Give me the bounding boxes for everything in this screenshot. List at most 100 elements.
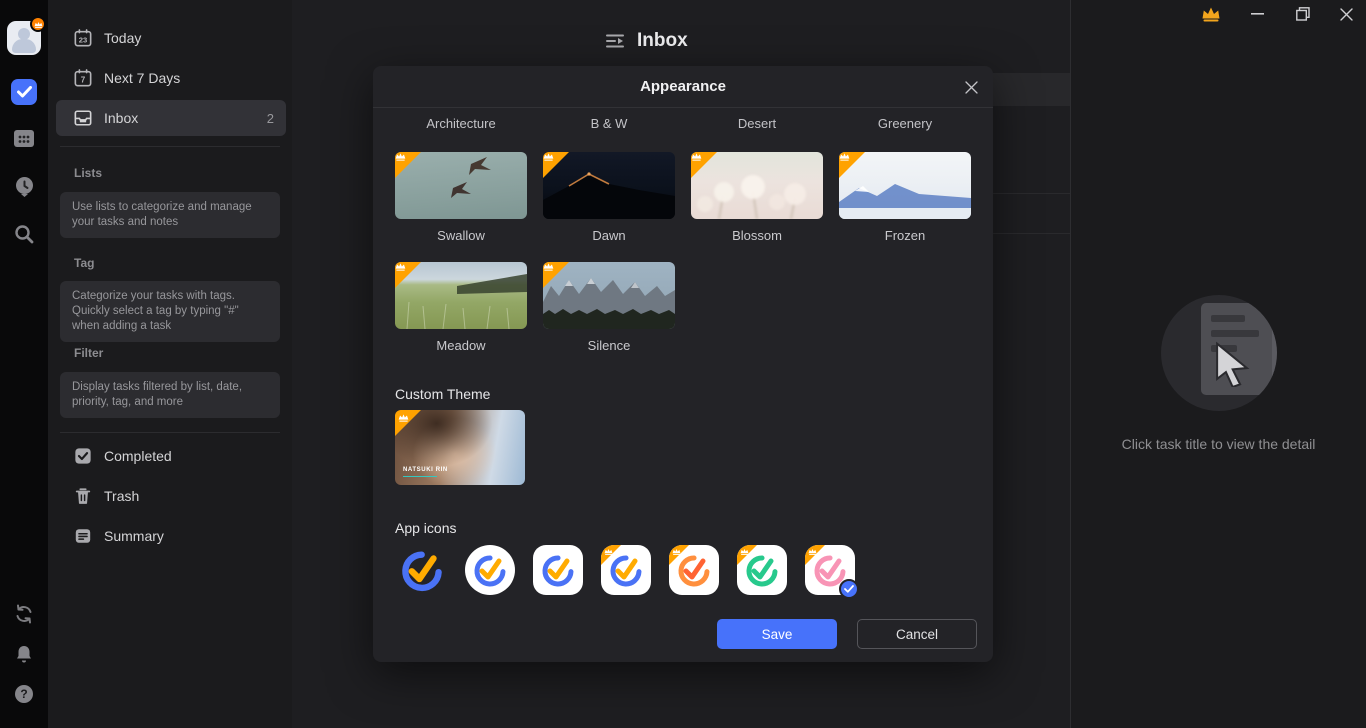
tag-hint-card: Categorize your tasks with tags. Quickly… xyxy=(60,281,280,342)
calendar-week-icon: 7 xyxy=(74,69,92,87)
theme-thumb-frozen[interactable] xyxy=(839,152,971,219)
sync-icon xyxy=(14,604,34,624)
sidebar-item-label: Completed xyxy=(104,448,274,464)
rail-calendar-button[interactable] xyxy=(0,120,48,156)
upgrade-crown-button[interactable] xyxy=(1198,2,1224,26)
rail-tasks-button[interactable] xyxy=(0,74,48,110)
crown-icon xyxy=(395,152,406,161)
svg-text:?: ? xyxy=(20,687,27,701)
sidebar-item-next7days[interactable]: 7 Next 7 Days xyxy=(56,60,286,96)
minimize-button[interactable] xyxy=(1244,2,1270,26)
theme-name: Swallow xyxy=(395,228,527,243)
dialog-footer: Save Cancel xyxy=(717,619,977,649)
theme-cell-swallow: Swallow xyxy=(395,152,527,243)
sidebar: 23 Today 7 Next 7 Days Inbox 2 Lists Use… xyxy=(48,0,292,728)
help-icon: ? xyxy=(14,684,34,704)
theme-name: Dawn xyxy=(543,228,675,243)
app-icon-option-1[interactable] xyxy=(397,545,447,595)
close-icon xyxy=(1340,8,1353,21)
sidebar-item-summary[interactable]: Summary xyxy=(56,518,286,554)
sidebar-item-label: Trash xyxy=(104,488,274,504)
sidebar-item-label: Next 7 Days xyxy=(104,70,274,86)
sidebar-item-inbox[interactable]: Inbox 2 xyxy=(56,100,286,136)
crown-icon xyxy=(395,262,406,271)
sidebar-divider xyxy=(60,146,280,147)
theme-label-architecture: Architecture xyxy=(395,116,527,131)
theme-row-1: Swallow Dawn xyxy=(395,152,971,243)
custom-theme-thumb[interactable]: NATSUKI RIN xyxy=(395,410,525,485)
crown-icon xyxy=(839,152,850,161)
theme-name: Silence xyxy=(543,338,675,353)
rail-sync-button[interactable] xyxy=(0,596,48,632)
app-icon-option-7-selected[interactable] xyxy=(805,545,855,595)
close-window-button[interactable] xyxy=(1333,2,1359,26)
crown-icon xyxy=(398,413,409,422)
rail-notifications-button[interactable] xyxy=(0,636,48,672)
theme-row-2: Meadow Silence xyxy=(395,262,675,353)
crown-icon xyxy=(1201,6,1221,22)
section-header-tag: Tag xyxy=(74,256,94,270)
bell-icon xyxy=(14,644,34,664)
rail-help-button[interactable]: ? xyxy=(0,676,48,712)
filter-hint-card: Display tasks filtered by list, date, pr… xyxy=(60,372,280,418)
sidebar-item-trash[interactable]: Trash xyxy=(56,478,286,514)
theme-name: Blossom xyxy=(691,228,823,243)
theme-cell-silence: Silence xyxy=(543,262,675,353)
save-button[interactable]: Save xyxy=(717,619,837,649)
close-dialog-button[interactable] xyxy=(959,75,983,99)
selected-check-badge xyxy=(839,579,859,599)
custom-theme-caption: NATSUKI RIN xyxy=(403,467,448,473)
sidebar-item-today[interactable]: 23 Today xyxy=(56,20,286,56)
user-avatar[interactable] xyxy=(7,21,41,55)
app-icon-option-6[interactable] xyxy=(737,545,787,595)
theme-name: Meadow xyxy=(395,338,527,353)
avatar-body xyxy=(12,39,36,53)
theme-label-bw: B & W xyxy=(543,116,675,131)
cancel-button[interactable]: Cancel xyxy=(857,619,977,649)
trash-icon xyxy=(74,487,92,505)
task-detail-panel: Click task title to view the detail xyxy=(1070,0,1366,728)
focus-clock-icon xyxy=(14,176,35,197)
theme-label-greenery: Greenery xyxy=(839,116,971,131)
section-header-lists: Lists xyxy=(74,166,102,180)
app-icon-option-4[interactable] xyxy=(601,545,651,595)
crown-icon xyxy=(543,262,554,271)
restore-button[interactable] xyxy=(1290,2,1316,26)
tasks-check-icon xyxy=(11,79,37,105)
theme-cell-dawn: Dawn xyxy=(543,152,675,243)
close-icon xyxy=(965,81,978,94)
collapse-sidebar-icon[interactable] xyxy=(606,33,624,49)
sidebar-item-completed[interactable]: Completed xyxy=(56,438,286,474)
sidebar-divider xyxy=(60,432,280,433)
minimize-icon xyxy=(1251,13,1264,15)
svg-text:23: 23 xyxy=(79,35,87,44)
app-icon-option-2[interactable] xyxy=(465,545,515,595)
app-icon-option-3[interactable] xyxy=(533,545,583,595)
sidebar-item-label: Summary xyxy=(104,528,274,544)
theme-cell-meadow: Meadow xyxy=(395,262,527,353)
rail-search-button[interactable] xyxy=(0,216,48,252)
restore-icon xyxy=(1296,7,1310,21)
app-icon-option-5[interactable] xyxy=(669,545,719,595)
search-icon xyxy=(14,224,34,244)
theme-thumb-silence[interactable] xyxy=(543,262,675,329)
theme-thumb-swallow[interactable] xyxy=(395,152,527,219)
dialog-title: Appearance xyxy=(640,78,726,95)
sidebar-item-label: Today xyxy=(104,30,274,46)
inbox-count-badge: 2 xyxy=(267,111,274,126)
app-rail: ? xyxy=(0,0,48,728)
page-title: Inbox xyxy=(637,30,688,52)
inbox-icon xyxy=(74,109,92,127)
theme-thumb-blossom[interactable] xyxy=(691,152,823,219)
section-header-filter: Filter xyxy=(74,346,103,360)
empty-state-illustration xyxy=(1161,295,1277,411)
theme-thumb-dawn[interactable] xyxy=(543,152,675,219)
theme-thumb-meadow[interactable] xyxy=(395,262,527,329)
app-icons-heading: App icons xyxy=(395,520,456,536)
empty-state-text: Click task title to view the detail xyxy=(1071,436,1366,452)
rail-focus-button[interactable] xyxy=(0,168,48,204)
completed-checkbox-icon xyxy=(74,447,92,465)
dialog-header: Appearance xyxy=(373,66,993,108)
summary-icon xyxy=(74,527,92,545)
calendar-icon xyxy=(13,128,35,148)
